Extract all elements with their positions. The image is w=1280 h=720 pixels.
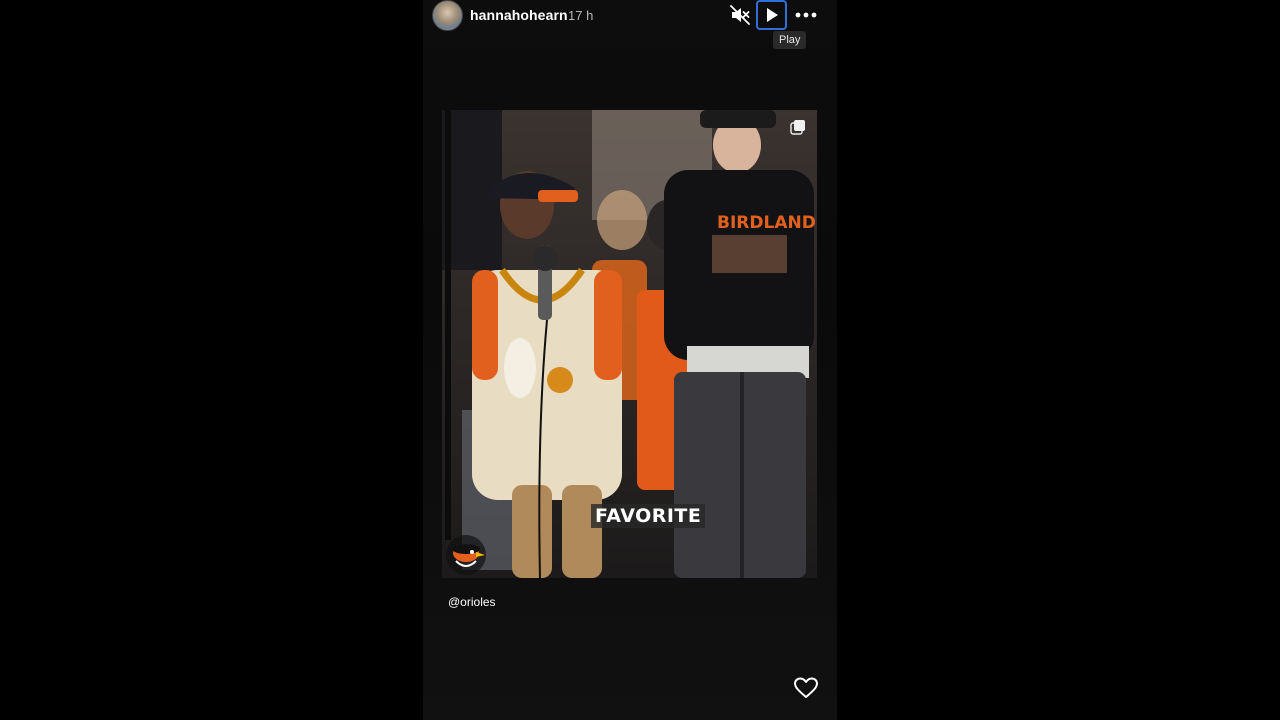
svg-text:BIRDLAND: BIRDLAND [717,213,816,233]
user-avatar[interactable] [432,0,463,31]
video-caption-text: FAVORITE [591,504,706,528]
username[interactable]: hannahohearn [470,7,568,23]
speaker-muted-icon [730,5,750,25]
play-button[interactable] [756,0,787,30]
more-options-icon [795,12,817,18]
story-viewer: hannahohearn 17 h BIRDLAND FAVORITE @ori… [423,0,837,720]
story-media[interactable]: BIRDLAND FAVORITE [442,110,817,578]
mute-button[interactable] [729,4,751,26]
heart-icon [794,677,818,698]
more-options-button[interactable] [794,4,818,26]
play-icon [767,8,778,22]
orioles-bird-logo [444,533,488,577]
multiple-items-icon [790,119,806,135]
mention-link[interactable]: @orioles [448,595,496,609]
story-header: hannahohearn 17 h [423,0,837,32]
play-tooltip: Play [773,31,807,49]
like-button[interactable] [793,676,819,700]
post-time: 17 h [568,8,594,23]
